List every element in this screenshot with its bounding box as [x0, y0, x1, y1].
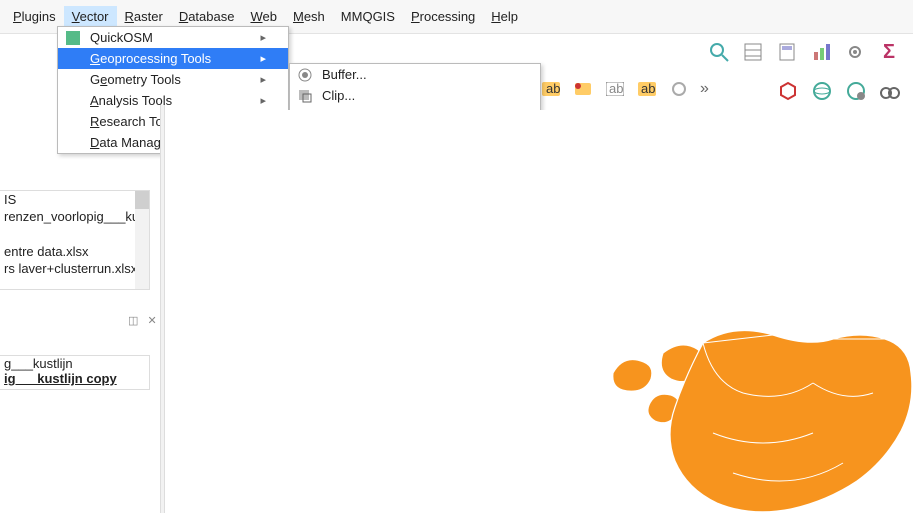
menu-geometry[interactable]: Geometry ToolsGeometry Tools▸	[58, 69, 288, 90]
geo-clip[interactable]: Clip...	[290, 85, 540, 106]
table-icon[interactable]	[739, 38, 767, 66]
toolbar-right: Σ	[705, 38, 903, 66]
menu-quickosm[interactable]: QuickOSM▸	[58, 27, 288, 48]
menu-analysis[interactable]: Analysis ToolsAnalysis Tools▸	[58, 90, 288, 111]
list-item[interactable]: entre data.xlsx	[0, 243, 149, 260]
quickosm-icon	[64, 29, 82, 47]
calc-icon[interactable]	[773, 38, 801, 66]
menu-vector[interactable]: VectorVector	[64, 6, 117, 27]
label-icon[interactable]: abc	[636, 78, 658, 100]
identify-icon[interactable]	[705, 38, 733, 66]
gear-icon[interactable]	[841, 38, 869, 66]
hex-icon[interactable]	[775, 78, 801, 104]
svg-text:abc: abc	[609, 82, 624, 96]
toolbox-toolbar	[775, 78, 903, 104]
layers-panel: g___kustlijn ig___kustlijn copy	[0, 355, 150, 390]
map-canvas[interactable]	[165, 110, 913, 513]
geo-buffer[interactable]: Buffer...	[290, 64, 540, 85]
stats-icon[interactable]	[807, 38, 835, 66]
menu-geoprocessing[interactable]: Geoprocessing ToolsGeoprocessing Tools▸	[58, 48, 288, 69]
menu-raster[interactable]: RasterRaster	[117, 6, 171, 27]
browser-panel: IS renzen_voorlopig___kustl entre data.x…	[0, 190, 150, 290]
sigma-icon[interactable]: Σ	[875, 38, 903, 66]
map-layer	[553, 313, 913, 513]
label-toolbar: ab abc abc »	[540, 78, 709, 100]
menu-mesh[interactable]: MeshMesh	[285, 6, 333, 27]
layer-item[interactable]: g___kustlijn	[0, 356, 149, 371]
list-item[interactable]: rs laver+clusterrun.xlsx	[0, 260, 149, 277]
label-icon[interactable]	[668, 78, 690, 100]
binoc-icon[interactable]	[877, 78, 903, 104]
label-icon[interactable]: ab	[540, 78, 562, 100]
buffer-icon	[296, 66, 314, 84]
scrollbar[interactable]	[135, 191, 149, 289]
menu-mmqgis[interactable]: MMQGIS	[333, 6, 403, 27]
panel-controls[interactable]: ◫ ✕	[128, 314, 160, 327]
layer-item-selected[interactable]: ig___kustlijn copy	[0, 371, 149, 386]
label-icon[interactable]: abc	[604, 78, 626, 100]
menu-processing[interactable]: ProcessingProcessing	[403, 6, 483, 27]
globe-icon[interactable]	[843, 78, 869, 104]
list-item[interactable]: IS	[0, 191, 149, 208]
clip-icon	[296, 87, 314, 105]
svg-text:ab: ab	[546, 82, 560, 96]
menu-database[interactable]: DatabaseDatabase	[171, 6, 243, 27]
menu-web[interactable]: WebWeb	[242, 6, 285, 27]
menu-plugins[interactable]: PPluginslugins	[5, 6, 64, 27]
list-item	[0, 225, 149, 243]
menu-help[interactable]: HelpHelp	[483, 6, 526, 27]
svg-text:abc: abc	[641, 82, 656, 96]
label-icon[interactable]	[572, 78, 594, 100]
list-item[interactable]: renzen_voorlopig___kustl	[0, 208, 149, 225]
globe-icon[interactable]	[809, 78, 835, 104]
